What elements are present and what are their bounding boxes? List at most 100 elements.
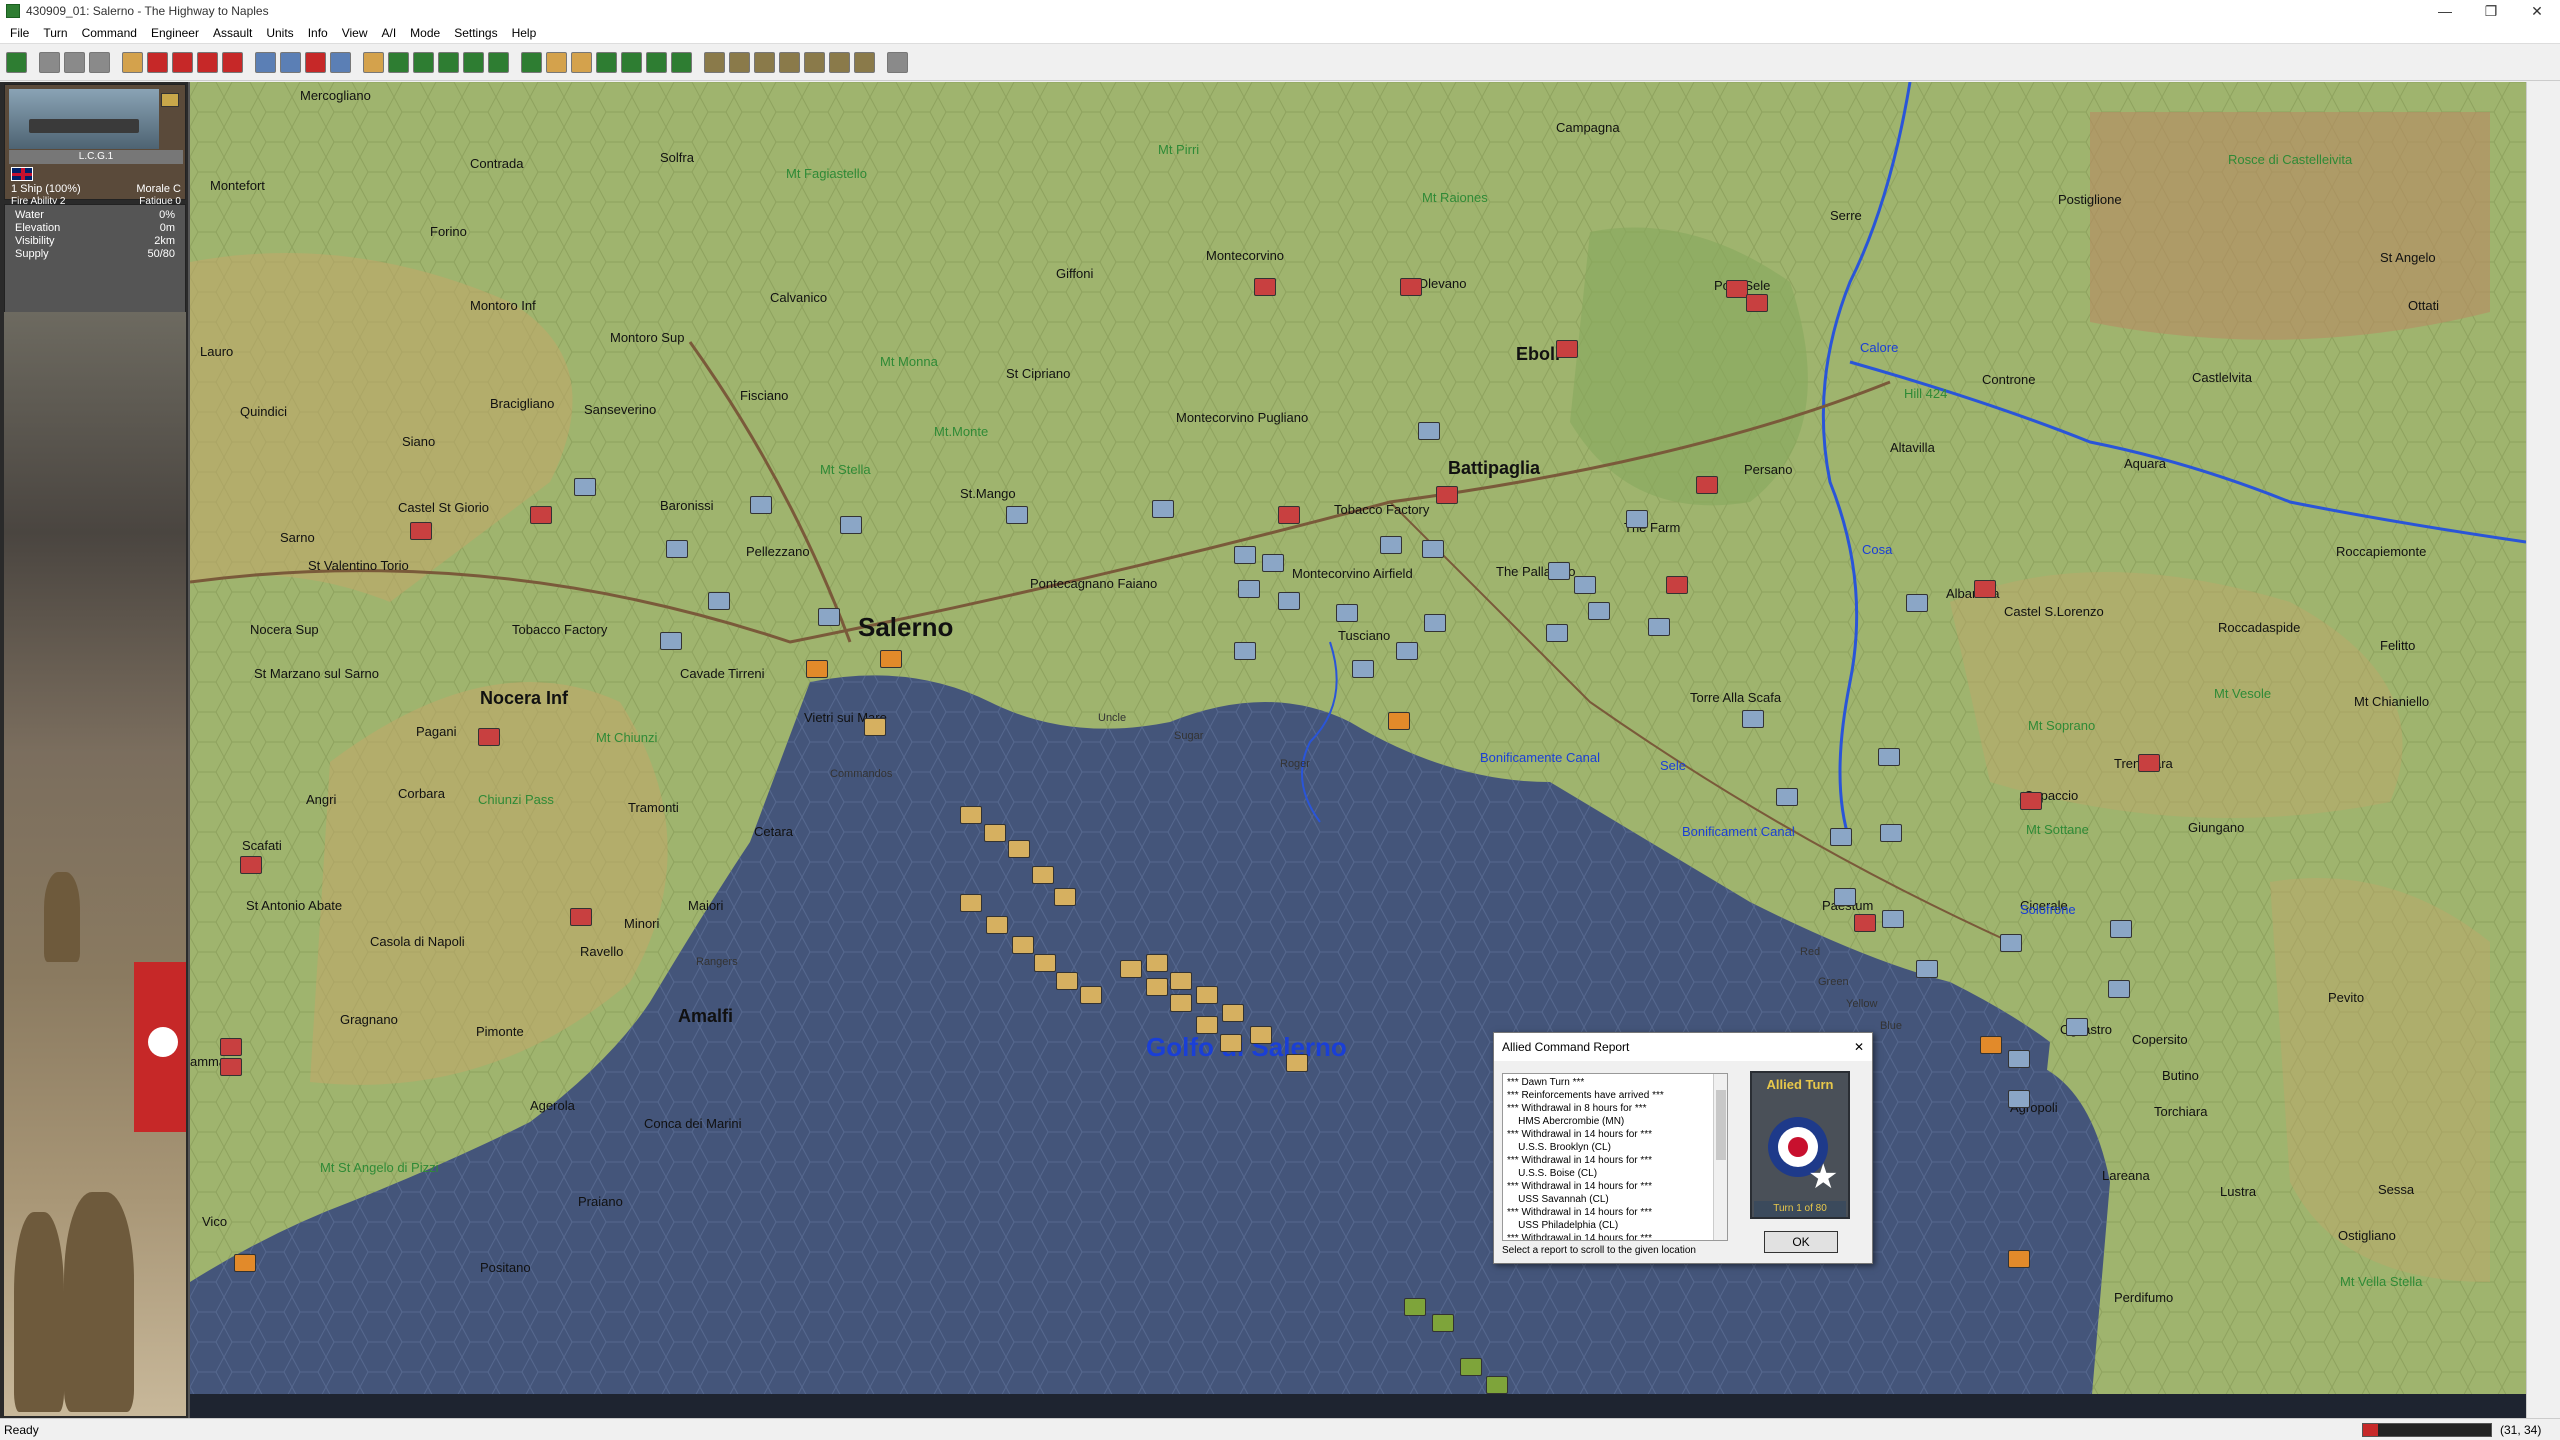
toolbar-button-11[interactable] [280,52,301,73]
unit-counter[interactable] [530,506,552,524]
report-line[interactable]: *** Withdrawal in 14 hours for *** [1507,1232,1707,1240]
unit-counter[interactable] [1080,986,1102,1004]
unit-counter[interactable] [1012,936,1034,954]
unit-counter[interactable] [750,496,772,514]
unit-counter[interactable] [1234,642,1256,660]
unit-counter[interactable] [220,1038,242,1056]
unit-counter[interactable] [1432,1314,1454,1332]
menu-turn[interactable]: Turn [37,26,75,40]
unit-counter[interactable] [1980,1036,2002,1054]
toolbar-button-33[interactable] [854,52,875,73]
unit-counter[interactable] [1574,576,1596,594]
unit-counter[interactable] [570,908,592,926]
unit-counter[interactable] [1746,294,1768,312]
unit-counter[interactable] [1388,712,1410,730]
menu-command[interactable]: Command [76,26,145,40]
unit-counter[interactable] [1880,824,1902,842]
unit-counter[interactable] [2008,1250,2030,1268]
report-line[interactable]: U.S.S. Boise (CL) [1507,1167,1707,1180]
unit-counter[interactable] [1286,1054,1308,1072]
unit-counter[interactable] [1696,476,1718,494]
unit-counter[interactable] [1404,1298,1426,1316]
toolbar-button-18[interactable] [463,52,484,73]
report-line[interactable]: HMS Abercrombie (MN) [1507,1115,1707,1128]
unit-counter[interactable] [1262,554,1284,572]
report-line[interactable]: USS Savannah (CL) [1507,1193,1707,1206]
unit-counter[interactable] [574,478,596,496]
unit-counter[interactable] [1460,1358,1482,1376]
toolbar-button-12[interactable] [305,52,326,73]
unit-counter[interactable] [1486,1376,1508,1394]
toolbar-button-7[interactable] [172,52,193,73]
report-line[interactable]: *** Dawn Turn *** [1507,1076,1707,1089]
close-icon[interactable]: ✕ [1854,1040,1864,1054]
unit-counter[interactable] [1916,960,1938,978]
unit-counter[interactable] [1234,546,1256,564]
report-line[interactable]: USS Philadelphia (CL) [1507,1219,1707,1232]
unit-card[interactable]: L.C.G.1 1 Ship (100%) Morale C Fire Abil… [4,84,186,207]
unit-counter[interactable] [1878,748,1900,766]
toolbar-button-27[interactable] [704,52,725,73]
map-canvas[interactable] [190,82,2526,1418]
menu-ai[interactable]: A/I [376,26,405,40]
toolbar-button-8[interactable] [197,52,218,73]
unit-counter[interactable] [2108,980,2130,998]
unit-counter[interactable] [2066,1018,2088,1036]
unit-counter[interactable] [1352,660,1374,678]
unit-counter[interactable] [1666,576,1688,594]
unit-counter[interactable] [478,728,500,746]
report-line[interactable]: *** Withdrawal in 14 hours for *** [1507,1128,1707,1141]
unit-counter[interactable] [240,856,262,874]
unit-counter[interactable] [1170,994,1192,1012]
toolbar-button-5[interactable] [122,52,143,73]
unit-counter[interactable] [1742,710,1764,728]
close-button[interactable]: ✕ [2514,0,2560,22]
report-line[interactable]: *** Withdrawal in 14 hours for *** [1507,1154,1707,1167]
unit-counter[interactable] [1436,486,1458,504]
toolbar-button-26[interactable] [671,52,692,73]
toolbar-button-30[interactable] [779,52,800,73]
unit-counter[interactable] [1380,536,1402,554]
unit-counter[interactable] [1032,866,1054,884]
unit-counter[interactable] [1648,618,1670,636]
toolbar-button-23[interactable] [596,52,617,73]
menu-info[interactable]: Info [302,26,336,40]
unit-counter[interactable] [1626,510,1648,528]
unit-counter[interactable] [960,806,982,824]
unit-counter[interactable] [2138,754,2160,772]
unit-counter[interactable] [1278,506,1300,524]
menu-view[interactable]: View [336,26,376,40]
unit-counter[interactable] [984,824,1006,842]
report-line[interactable]: *** Withdrawal in 14 hours for *** [1507,1206,1707,1219]
unit-counter[interactable] [818,608,840,626]
unit-counter[interactable] [2000,934,2022,952]
toolbar-button-20[interactable] [521,52,542,73]
toolbar-button-3[interactable] [64,52,85,73]
unit-counter[interactable] [2008,1050,2030,1068]
toolbar-button-19[interactable] [488,52,509,73]
minimize-button[interactable]: — [2422,0,2468,22]
unit-counter[interactable] [1830,828,1852,846]
unit-counter[interactable] [1588,602,1610,620]
unit-counter[interactable] [1034,954,1056,972]
unit-counter[interactable] [1336,604,1358,622]
unit-counter[interactable] [1906,594,1928,612]
unit-counter[interactable] [840,516,862,534]
unit-counter[interactable] [1396,642,1418,660]
unit-counter[interactable] [1222,1004,1244,1022]
unit-counter[interactable] [1834,888,1856,906]
toolbar-button-21[interactable] [546,52,567,73]
toolbar-button-4[interactable] [89,52,110,73]
unit-counter[interactable] [1152,500,1174,518]
toolbar-button-14[interactable] [363,52,384,73]
unit-counter[interactable] [410,522,432,540]
menu-engineer[interactable]: Engineer [145,26,207,40]
unit-counter[interactable] [1548,562,1570,580]
toolbar-button-17[interactable] [438,52,459,73]
unit-counter[interactable] [1054,888,1076,906]
unit-counter[interactable] [880,650,902,668]
unit-counter[interactable] [1546,624,1568,642]
unit-counter[interactable] [1422,540,1444,558]
report-scrollbar[interactable] [1713,1074,1727,1240]
unit-counter[interactable] [1120,960,1142,978]
